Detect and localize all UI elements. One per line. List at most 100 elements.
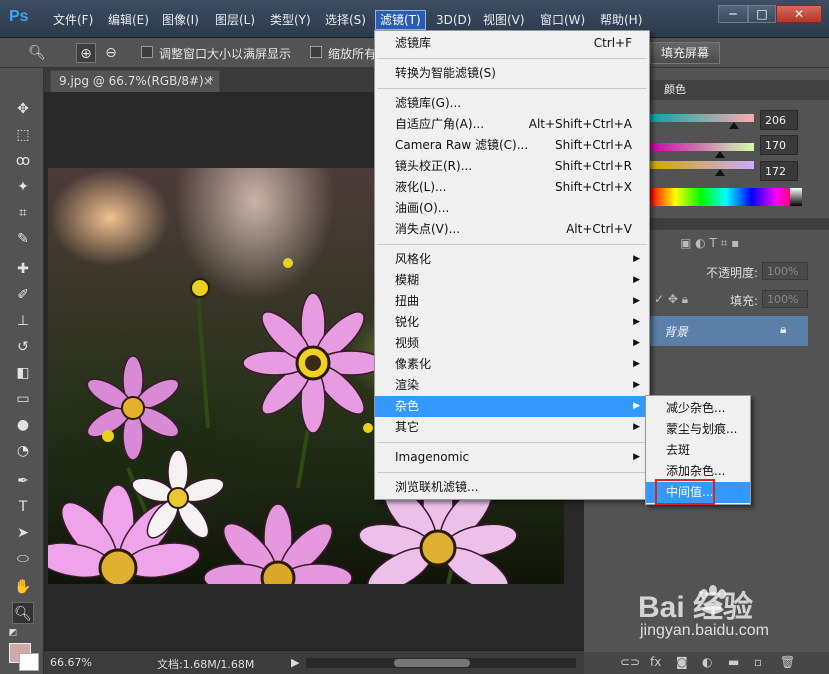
filter-menu-item[interactable]: 锐化 ▶ — [375, 312, 649, 333]
color-panel-tab[interactable]: 颜色 — [664, 80, 694, 100]
green-value[interactable]: 170 — [760, 135, 798, 155]
menu-image[interactable]: 图像(I) — [162, 11, 199, 29]
filter-menu-item[interactable]: 滤镜库 Ctrl+F — [375, 33, 649, 54]
red-value[interactable]: 206 — [760, 110, 798, 130]
move-tool-icon[interactable]: ✥ — [12, 98, 34, 120]
menu-select[interactable]: 选择(S) — [325, 11, 366, 29]
green-slider-thumb[interactable] — [714, 151, 725, 158]
menu-layer[interactable]: 图层(L) — [215, 11, 255, 29]
fill-screen-button[interactable]: 填充屏幕 — [650, 42, 720, 64]
filter-menu-item[interactable]: 液化(L)... Shift+Ctrl+X — [375, 177, 649, 198]
minimize-button[interactable]: ─ — [718, 5, 748, 23]
clone-stamp-tool-icon[interactable]: ⊥ — [12, 310, 34, 332]
menu-window[interactable]: 窗口(W) — [540, 11, 585, 29]
fill-label: 填充: — [730, 294, 759, 308]
menu-view[interactable]: 视图(V) — [483, 11, 525, 29]
horizontal-scrollbar[interactable] — [306, 658, 576, 668]
filter-menu-item[interactable]: 渲染 ▶ — [375, 375, 649, 396]
noise-submenu-item[interactable]: 去斑 — [646, 440, 750, 461]
filter-menu-item[interactable]: 杂色 ▶ — [375, 396, 649, 417]
zoom-all-checkbox[interactable] — [310, 46, 322, 58]
filter-menu-item-label: 扭曲 — [395, 294, 420, 308]
healing-brush-tool-icon[interactable]: ✚ — [12, 258, 34, 280]
quick-select-tool-icon[interactable]: ✦ — [12, 176, 34, 198]
menu-edit[interactable]: 编辑(E) — [108, 11, 149, 29]
lasso-tool-icon[interactable]: ꝏ — [12, 150, 34, 172]
filter-menu-item-shortcut: Shift+Ctrl+X — [555, 180, 632, 194]
pen-tool-icon[interactable]: ✒ — [12, 470, 34, 492]
filter-menu-item-label: 渲染 — [395, 378, 420, 392]
crop-tool-icon[interactable]: ⌗ — [12, 202, 34, 224]
filter-menu-item-shortcut: Alt+Shift+Ctrl+A — [528, 117, 632, 131]
eraser-tool-icon[interactable]: ◧ — [12, 362, 34, 384]
blur-tool-icon[interactable]: ● — [12, 414, 34, 436]
filter-menu-item[interactable]: 其它 ▶ — [375, 417, 649, 438]
status-menu-arrow-icon[interactable]: ▶ — [291, 656, 299, 669]
filter-menu-item[interactable]: 风格化 ▶ — [375, 249, 649, 270]
history-brush-tool-icon[interactable]: ↺ — [12, 336, 34, 358]
opacity-input[interactable]: 100% — [762, 262, 808, 280]
horizontal-scrollbar-thumb[interactable] — [394, 659, 470, 667]
resize-window-checkbox[interactable] — [141, 46, 153, 58]
filter-menu-item[interactable]: 转换为智能滤镜(S) — [375, 63, 649, 84]
zoom-tool-icon[interactable]: 🔍︎ — [12, 602, 34, 624]
menu-3d[interactable]: 3D(D) — [436, 11, 471, 29]
document-tab[interactable]: 9.jpg @ 66.7%(RGB/8#) * × — [50, 70, 220, 92]
menu-filter[interactable]: 滤镜(T) — [375, 10, 426, 30]
noise-submenu-item-label: 减少杂色... — [666, 401, 726, 415]
green-slider[interactable] — [650, 143, 754, 151]
blue-value[interactable]: 172 — [760, 161, 798, 181]
zoom-in-icon[interactable]: ⊕ — [76, 43, 96, 63]
path-select-tool-icon[interactable]: ➤ — [12, 522, 34, 544]
layer-filter-icons[interactable]: ▣ ◐ T ⌗ ▪ — [680, 236, 739, 251]
filter-menu-item-label: Imagenomic — [395, 450, 470, 464]
gradient-tool-icon[interactable]: ▭ — [12, 388, 34, 410]
noise-submenu-item[interactable]: 蒙尘与划痕... — [646, 419, 750, 440]
eyedropper-tool-icon[interactable]: ✎ — [12, 228, 34, 250]
blue-slider-thumb[interactable] — [714, 169, 725, 176]
resize-window-label: 调整窗口大小以满屏显示 — [159, 47, 292, 61]
menu-help[interactable]: 帮助(H) — [600, 11, 642, 29]
filter-menu-item[interactable]: 油画(O)... — [375, 198, 649, 219]
marquee-tool-icon[interactable]: ⬚ — [12, 124, 34, 146]
filter-menu-item[interactable]: 自适应广角(A)... Alt+Shift+Ctrl+A — [375, 114, 649, 135]
fill-input[interactable]: 100% — [762, 290, 808, 308]
close-tab-icon[interactable]: × — [203, 74, 213, 88]
submenu-arrow-icon: ▶ — [633, 254, 640, 264]
restore-button[interactable]: □ — [748, 5, 776, 23]
filter-menu-item[interactable]: Camera Raw 滤镜(C)... Shift+Ctrl+A — [375, 135, 649, 156]
blue-slider[interactable] — [650, 161, 754, 169]
red-slider[interactable] — [650, 114, 754, 122]
ellipse-tool-icon[interactable]: ⬭ — [12, 548, 34, 570]
zoom-out-icon[interactable]: ⊖ — [101, 43, 121, 63]
filter-menu-item[interactable]: 消失点(V)... Alt+Ctrl+V — [375, 219, 649, 240]
menu-type[interactable]: 类型(Y) — [270, 11, 311, 29]
menu-file[interactable]: 文件(F) — [53, 11, 93, 29]
zoom-tool-preset-icon[interactable]: 🔍︎▾ — [26, 43, 48, 81]
noise-submenu-item-label: 蒙尘与划痕... — [666, 422, 738, 436]
noise-submenu-item[interactable]: 减少杂色... — [646, 398, 750, 419]
hand-tool-icon[interactable]: ✋ — [12, 576, 34, 598]
filter-menu-item[interactable]: 浏览联机滤镜... — [375, 477, 649, 498]
filter-menu-item[interactable]: 滤镜库(G)... — [375, 93, 649, 114]
dodge-tool-icon[interactable]: ◔ — [12, 440, 34, 462]
layer-name: 背景 — [664, 325, 689, 339]
background-color-swatch[interactable] — [19, 653, 39, 671]
brush-tool-icon[interactable]: ✐ — [12, 284, 34, 306]
submenu-arrow-icon: ▶ — [633, 452, 640, 462]
zoom-level[interactable]: 66.67% — [50, 656, 92, 669]
default-colors-icon[interactable]: ◩ — [6, 626, 20, 640]
filter-menu-item[interactable]: 视频 ▶ — [375, 333, 649, 354]
filter-menu-item[interactable]: 镜头校正(R)... Shift+Ctrl+R — [375, 156, 649, 177]
type-tool-icon[interactable]: T — [12, 496, 34, 518]
red-slider-thumb[interactable] — [729, 122, 740, 129]
filter-menu-item[interactable]: 扭曲 ▶ — [375, 291, 649, 312]
filter-menu-item[interactable]: 像素化 ▶ — [375, 354, 649, 375]
color-spectrum[interactable] — [650, 188, 802, 206]
filter-menu-item[interactable]: 模糊 ▶ — [375, 270, 649, 291]
filter-menu-item[interactable]: Imagenomic ▶ — [375, 447, 649, 468]
lock-options-icons[interactable]: ✓ ✥ 🔒︎ — [654, 292, 688, 307]
baidu-watermark: Bai 经验 jingyan.baidu.com — [610, 580, 825, 660]
noise-submenu-item-label: 去斑 — [666, 443, 691, 457]
close-window-button[interactable]: ✕ — [776, 5, 822, 23]
